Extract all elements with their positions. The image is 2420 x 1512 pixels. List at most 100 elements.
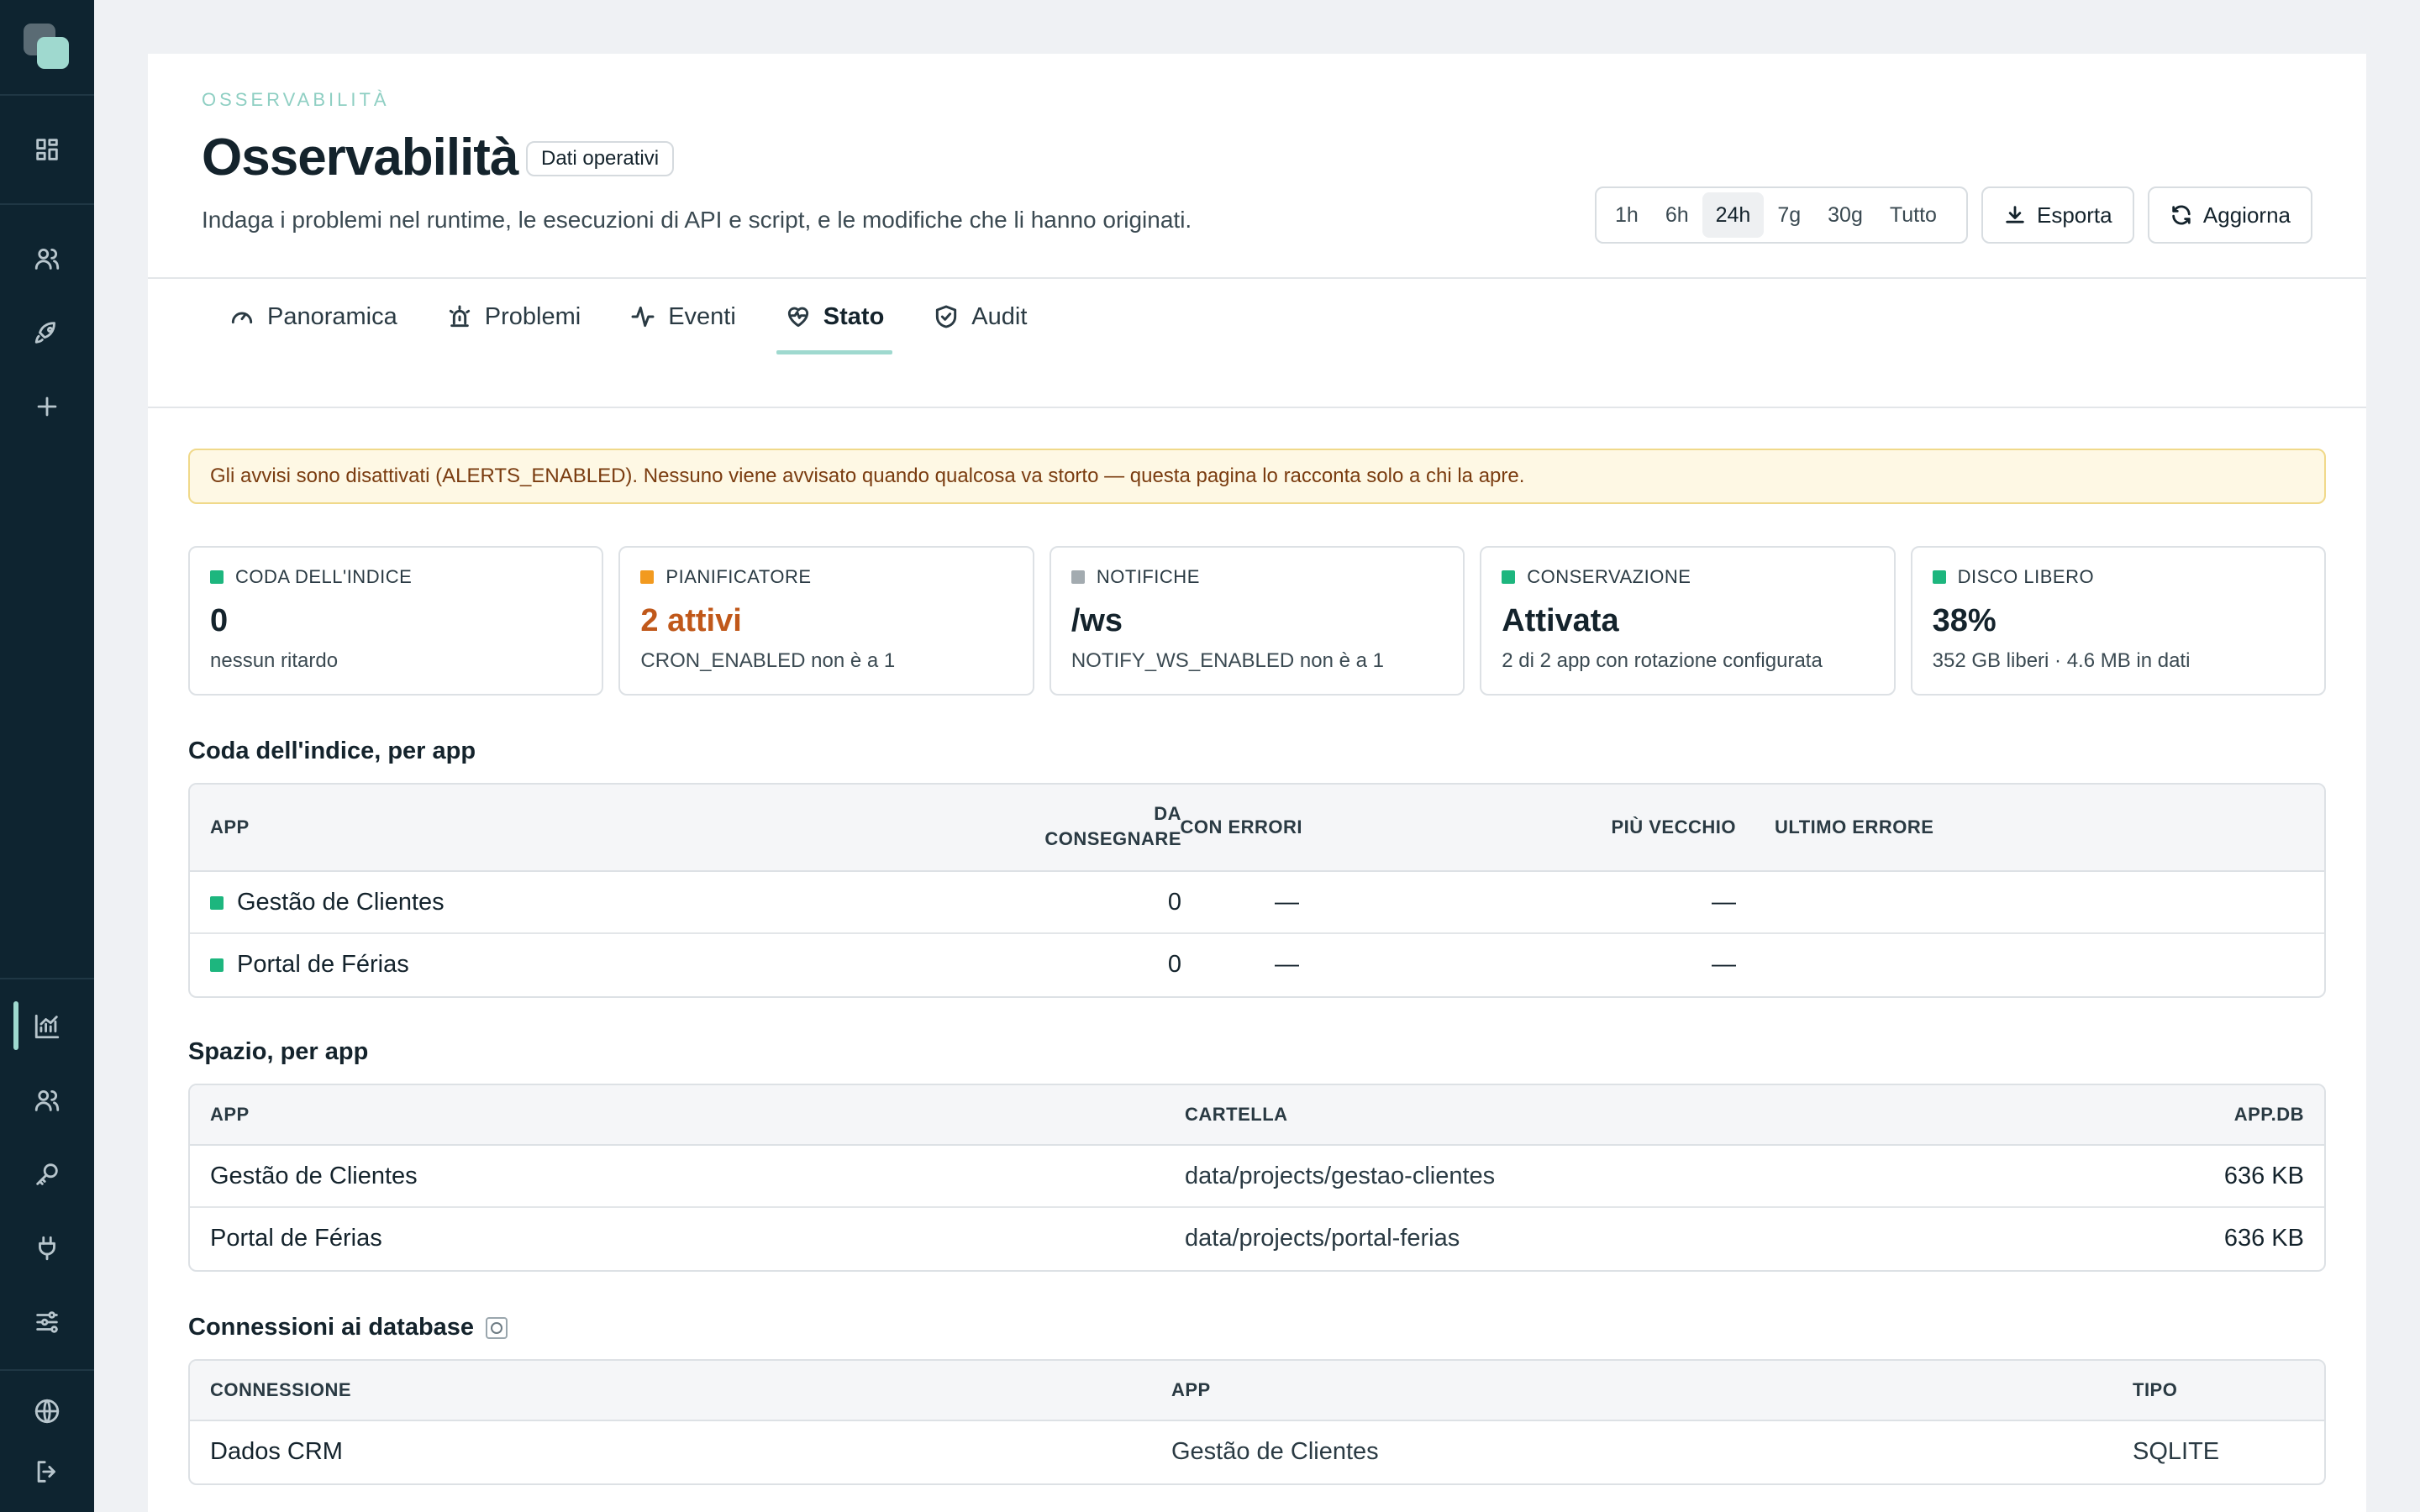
cell-folder: data/projects/portal-ferias — [1185, 1225, 1460, 1252]
queue-section-title: Coda dell'indice, per app — [188, 738, 476, 765]
range-1h[interactable]: 1h — [1602, 192, 1652, 238]
gauge-icon — [231, 312, 253, 324]
stat-label: CODA DELL'INDICE — [235, 566, 413, 587]
tab-problemi[interactable]: Problemi — [438, 279, 589, 354]
stat-label: NOTIFICHE — [1096, 566, 1200, 587]
section-title-text: Connessioni ai database — [188, 1314, 475, 1341]
col-app: APP — [210, 816, 250, 837]
stat-label: CONSERVAZIONE — [1527, 566, 1691, 587]
tab-label: Problemi — [484, 302, 581, 330]
cell-connection: Dados CRM — [210, 1438, 343, 1465]
download-icon — [2006, 206, 2024, 223]
status-cards: CODA DELL'INDICE 0 nessun ritardo PIANIF… — [188, 546, 2327, 696]
table-row[interactable]: Gestão de Clientes 0 — — — [190, 872, 2324, 934]
plus-icon[interactable] — [30, 390, 64, 423]
main-panel: OSSERVABILITÀ Osservabilità Dati operati… — [148, 54, 2366, 1512]
shield-check-icon — [936, 305, 957, 328]
space-section-title: Spazio, per app — [188, 1038, 368, 1066]
col-type: TIPO — [2133, 1379, 2178, 1400]
stat-card-scheduler: PIANIFICATORE 2 attivi CRON_ENABLED non … — [618, 546, 1034, 696]
sidebar-active-indicator — [13, 1001, 18, 1050]
tab-label: Stato — [823, 302, 885, 330]
table-row[interactable]: Portal de Férias 0 — — — [190, 934, 2324, 996]
col-app: APP — [1171, 1379, 1211, 1400]
chart-icon[interactable] — [30, 1010, 64, 1043]
tab-eventi[interactable]: Eventi — [621, 279, 744, 354]
cell-errors: — — [1275, 951, 1299, 978]
cell-app: Gestão de Clientes — [210, 1163, 418, 1189]
users-icon[interactable] — [30, 242, 64, 276]
export-button[interactable]: Esporta — [1981, 186, 2134, 244]
connections-table: CONNESSIONE APP TIPO Dados CRM Gestão de… — [188, 1359, 2326, 1485]
cell-type: SQLITE — [2133, 1438, 2220, 1465]
title-badge: Dati operativi — [526, 141, 675, 176]
stat-sub: nessun ritardo — [210, 649, 339, 672]
page-subtitle: Indaga i problemi nel runtime, le esecuz… — [202, 207, 1192, 233]
cell-pending: 0 — [1167, 889, 1181, 916]
siren-icon — [449, 305, 470, 328]
range-6h[interactable]: 6h — [1652, 192, 1702, 238]
time-range-selector: 1h 6h 24h 7g 30g Tutto — [1595, 186, 1968, 244]
range-7g[interactable]: 7g — [1764, 192, 1814, 238]
refresh-icon — [2172, 205, 2191, 225]
stat-card-index-queue: CODA DELL'INDICE 0 nessun ritardo — [188, 546, 604, 696]
tab-bar: Panoramica Problemi Eventi Stato Audit — [220, 279, 1067, 354]
range-tutto[interactable]: Tutto — [1876, 192, 1950, 238]
refresh-button[interactable]: Aggiorna — [2148, 186, 2312, 244]
tab-panoramica[interactable]: Panoramica — [220, 279, 406, 354]
col-db: APP.DB — [2233, 1104, 2304, 1125]
range-24h[interactable]: 24h — [1702, 192, 1765, 238]
space-table: APP CARTELLA APP.DB Gestão de Clientes d… — [188, 1084, 2326, 1272]
logout-icon[interactable] — [30, 1455, 64, 1488]
key-icon[interactable] — [30, 1158, 64, 1191]
section-title-text: Coda dell'indice, per app — [188, 738, 476, 764]
col-oldest: PIÙ VECCHIO — [1611, 816, 1736, 837]
col-app: APP — [210, 1104, 250, 1125]
cell-db-size: 636 KB — [2223, 1163, 2304, 1189]
table-row[interactable]: Dados CRM Gestão de Clientes SQLITE — [190, 1421, 2324, 1483]
stat-sub: NOTIFY_WS_ENABLED non è a 1 — [1071, 649, 1384, 672]
stat-card-notifications: NOTIFICHE /ws NOTIFY_WS_ENABLED non è a … — [1049, 546, 1465, 696]
col-errors: CON ERRORI — [1180, 816, 1302, 837]
table-row[interactable]: Gestão de Clientes data/projects/gestao-… — [190, 1146, 2324, 1208]
globe-icon[interactable] — [30, 1394, 64, 1428]
stat-value: 0 — [210, 603, 229, 638]
stat-label: DISCO LIBERO — [1957, 566, 2095, 587]
stat-value: 38% — [1932, 603, 1996, 638]
cell-app: Portal de Férias — [237, 951, 409, 978]
table-header: APP DA CONSEGNARE CON ERRORI PIÙ VECCHIO… — [190, 785, 2324, 872]
col-connection: CONNESSIONE — [210, 1379, 352, 1400]
cell-app: Portal de Férias — [210, 1225, 382, 1252]
stat-value: /ws — [1071, 603, 1123, 638]
cell-pending: 0 — [1167, 951, 1181, 978]
page-eyebrow: OSSERVABILITÀ — [202, 89, 390, 110]
range-30g[interactable]: 30g — [1814, 192, 1876, 238]
sliders-icon[interactable] — [30, 1305, 64, 1339]
status-dot — [1932, 570, 1946, 584]
dashboard-icon[interactable] — [30, 133, 64, 166]
status-dot — [210, 958, 224, 972]
info-icon[interactable] — [486, 1316, 508, 1339]
stat-sub: CRON_ENABLED non è a 1 — [640, 649, 896, 672]
tab-stato[interactable]: Stato — [776, 279, 893, 354]
tab-audit[interactable]: Audit — [924, 279, 1035, 354]
stat-value: Attivata — [1502, 603, 1619, 638]
app-logo[interactable] — [24, 24, 71, 71]
connections-section-title: Connessioni ai database — [188, 1314, 508, 1341]
stat-card-retention: CONSERVAZIONE Attivata 2 di 2 app con ro… — [1480, 546, 1896, 696]
plug-icon[interactable] — [30, 1231, 64, 1265]
cell-oldest: — — [1712, 951, 1736, 978]
table-header: CONNESSIONE APP TIPO — [190, 1361, 2324, 1421]
rocket-icon[interactable] — [30, 316, 64, 349]
sidebar — [0, 0, 94, 1512]
section-title-text: Spazio, per app — [188, 1038, 369, 1065]
table-header: APP CARTELLA APP.DB — [190, 1085, 2324, 1146]
table-row[interactable]: Portal de Férias data/projects/portal-fe… — [190, 1208, 2324, 1270]
col-last-error: ULTIMO ERRORE — [1775, 816, 1934, 837]
team-icon[interactable] — [30, 1084, 64, 1117]
tab-label: Audit — [971, 302, 1028, 330]
activity-icon — [631, 306, 655, 328]
stat-sub: 352 GB liberi · 4.6 MB in dati — [1932, 649, 2191, 672]
stat-label: PIANIFICATORE — [666, 566, 812, 587]
stat-sub: 2 di 2 app con rotazione configurata — [1502, 649, 1823, 672]
